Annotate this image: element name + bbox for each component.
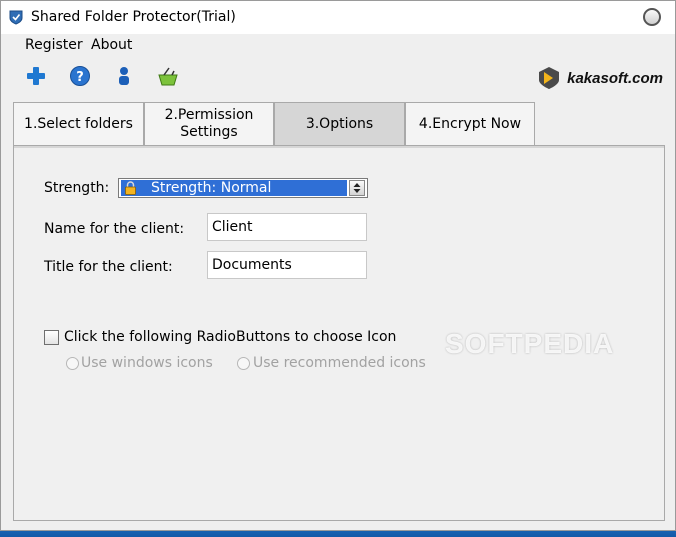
basket-icon[interactable] xyxy=(157,65,179,87)
tab-label: 2.Permission Settings xyxy=(165,107,254,141)
tab-permission-settings[interactable]: 2.Permission Settings xyxy=(144,102,274,145)
tab-label-line2: Settings xyxy=(180,124,238,140)
client-name-field[interactable]: Client xyxy=(207,213,367,241)
close-button[interactable] xyxy=(643,8,661,26)
plus-icon[interactable] xyxy=(25,65,47,87)
client-title-field[interactable]: Documents xyxy=(207,251,367,279)
tab-label: 4.Encrypt Now xyxy=(418,115,522,132)
windows-icons-radio[interactable] xyxy=(66,357,79,370)
recommended-icons-label: Use recommended icons xyxy=(253,355,426,371)
tab-label: 3.Options xyxy=(305,115,374,132)
window-title: Shared Folder Protector(Trial) xyxy=(31,9,236,25)
client-name-label: Name for the client: xyxy=(44,221,185,237)
menu-register[interactable]: Register xyxy=(25,37,83,53)
recommended-icons-radio[interactable] xyxy=(237,357,250,370)
app-window: Shared Folder Protector(Trial) Register … xyxy=(0,0,676,531)
tab-options[interactable]: 3.Options xyxy=(274,102,405,145)
help-icon[interactable]: ? xyxy=(69,65,91,87)
tab-encrypt-now[interactable]: 4.Encrypt Now xyxy=(405,102,535,145)
tab-select-folders[interactable]: 1.Select folders xyxy=(13,102,144,145)
softpedia-watermark: SOFTPEDIA xyxy=(445,328,615,359)
strength-value-text: Strength: Normal xyxy=(151,180,272,196)
menu-about[interactable]: About xyxy=(91,37,132,53)
toolbar: ? kakasoft.com xyxy=(1,59,675,95)
tab-label-line1: 2.Permission xyxy=(164,107,254,123)
menu-bar: Register About xyxy=(1,34,675,58)
user-icon[interactable] xyxy=(113,65,135,87)
title-bar: Shared Folder Protector(Trial) xyxy=(1,1,675,34)
spin-arrows-icon[interactable] xyxy=(349,180,365,196)
strength-selected-value: Strength: Normal xyxy=(121,180,347,196)
client-title-label: Title for the client: xyxy=(44,259,173,275)
lock-icon xyxy=(125,181,136,195)
brand-text: kakasoft.com xyxy=(567,69,663,87)
kakasoft-logo-icon xyxy=(539,67,560,89)
svg-text:?: ? xyxy=(76,70,84,85)
choose-icon-label: Click the following RadioButtons to choo… xyxy=(64,329,397,345)
choose-icon-checkbox[interactable] xyxy=(44,330,59,345)
tab-label: 1.Select folders xyxy=(24,115,133,132)
brand-logo: kakasoft.com xyxy=(537,65,663,91)
strength-label: Strength: xyxy=(44,180,110,196)
shield-icon xyxy=(9,10,23,25)
windows-icons-label: Use windows icons xyxy=(81,355,213,371)
strength-select[interactable]: Strength: Normal xyxy=(118,178,368,198)
